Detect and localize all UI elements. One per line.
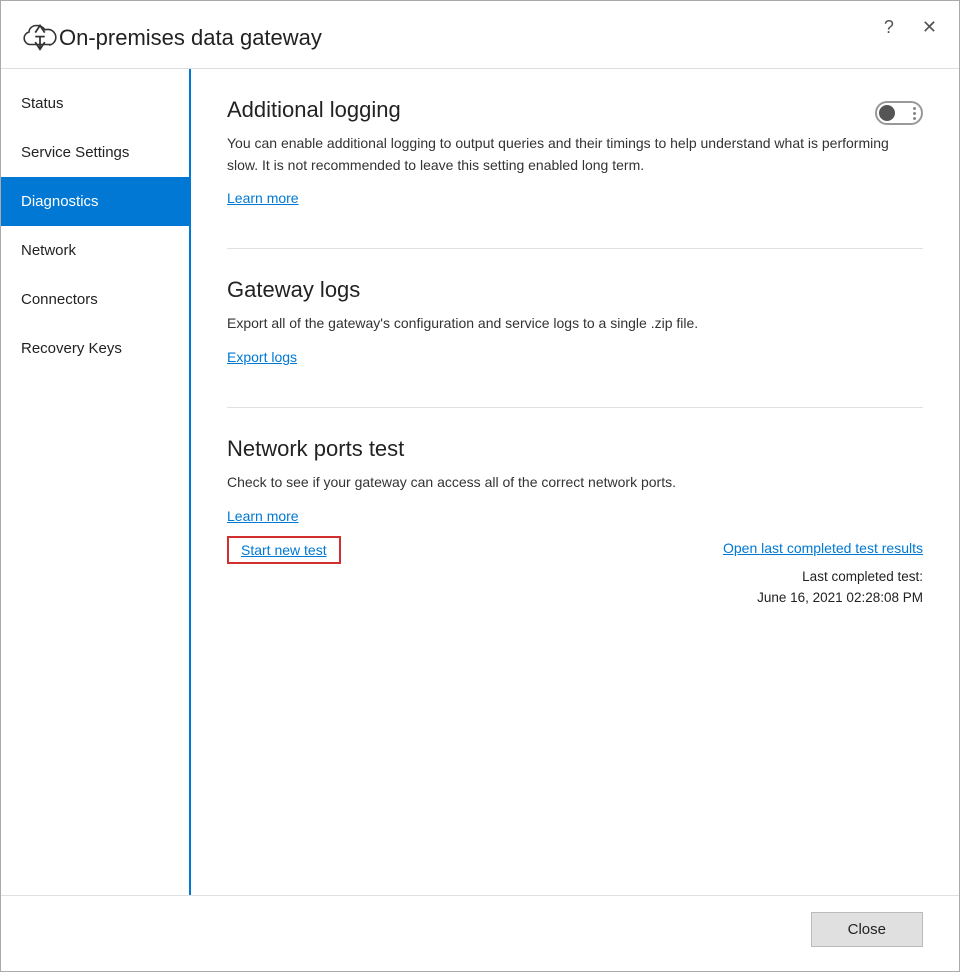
app-icon — [21, 19, 59, 56]
divider-2 — [227, 407, 923, 408]
export-logs-link[interactable]: Export logs — [227, 349, 297, 365]
gateway-logs-title: Gateway logs — [227, 277, 923, 303]
network-ports-learn-more[interactable]: Learn more — [227, 508, 299, 524]
network-ports-test-section: Network ports test Check to see if your … — [227, 436, 923, 609]
sidebar-item-diagnostics[interactable]: Diagnostics — [1, 177, 189, 226]
gateway-logs-section: Gateway logs Export all of the gateway's… — [227, 277, 923, 367]
sidebar-item-network[interactable]: Network — [1, 226, 189, 275]
sidebar-item-connectors[interactable]: Connectors — [1, 275, 189, 324]
network-test-row: Start new test Open last completed test … — [227, 536, 923, 609]
toggle-track — [875, 101, 923, 125]
sidebar-item-recovery-keys[interactable]: Recovery Keys — [1, 324, 189, 373]
toggle-thumb — [879, 105, 895, 121]
spacer — [227, 645, 923, 871]
sidebar: Status Service Settings Diagnostics Netw… — [1, 69, 191, 895]
additional-logging-desc: You can enable additional logging to out… — [227, 133, 923, 176]
additional-logging-learn-more[interactable]: Learn more — [227, 190, 299, 206]
close-button[interactable]: Close — [811, 912, 923, 947]
toggle-dot-2 — [913, 112, 916, 115]
sidebar-item-status[interactable]: Status — [1, 79, 189, 128]
test-results-container: Open last completed test results Last co… — [723, 536, 923, 609]
window-controls: ? ✕ — [878, 15, 943, 40]
last-completed-info: Last completed test: June 16, 2021 02:28… — [723, 566, 923, 609]
last-completed-date: June 16, 2021 02:28:08 PM — [757, 590, 923, 605]
toggle-dot-1 — [913, 107, 916, 110]
sidebar-item-service-settings[interactable]: Service Settings — [1, 128, 189, 177]
main-content: Additional logging — [191, 69, 959, 895]
start-test-container: Start new test — [227, 536, 341, 564]
body: Status Service Settings Diagnostics Netw… — [1, 69, 959, 895]
help-button[interactable]: ? — [878, 15, 900, 40]
network-ports-test-desc: Check to see if your gateway can access … — [227, 472, 923, 494]
additional-logging-toggle[interactable] — [875, 101, 923, 125]
divider-1 — [227, 248, 923, 249]
toggle-dots — [913, 107, 916, 120]
gateway-logs-desc: Export all of the gateway's configuratio… — [227, 313, 923, 335]
last-completed-label: Last completed test: — [802, 569, 923, 584]
additional-logging-title: Additional logging — [227, 97, 859, 123]
app-title: On-premises data gateway — [59, 25, 322, 51]
additional-logging-section: Additional logging — [227, 97, 923, 208]
main-window: On-premises data gateway ? ✕ Status Serv… — [0, 0, 960, 972]
footer: Close — [1, 895, 959, 971]
window-close-button[interactable]: ✕ — [916, 15, 943, 40]
open-last-results-link[interactable]: Open last completed test results — [723, 540, 923, 556]
additional-logging-header: Additional logging — [227, 97, 923, 133]
title-bar: On-premises data gateway ? ✕ — [1, 1, 959, 69]
start-new-test-button[interactable]: Start new test — [227, 536, 341, 564]
network-ports-test-title: Network ports test — [227, 436, 923, 462]
toggle-dot-3 — [913, 117, 916, 120]
